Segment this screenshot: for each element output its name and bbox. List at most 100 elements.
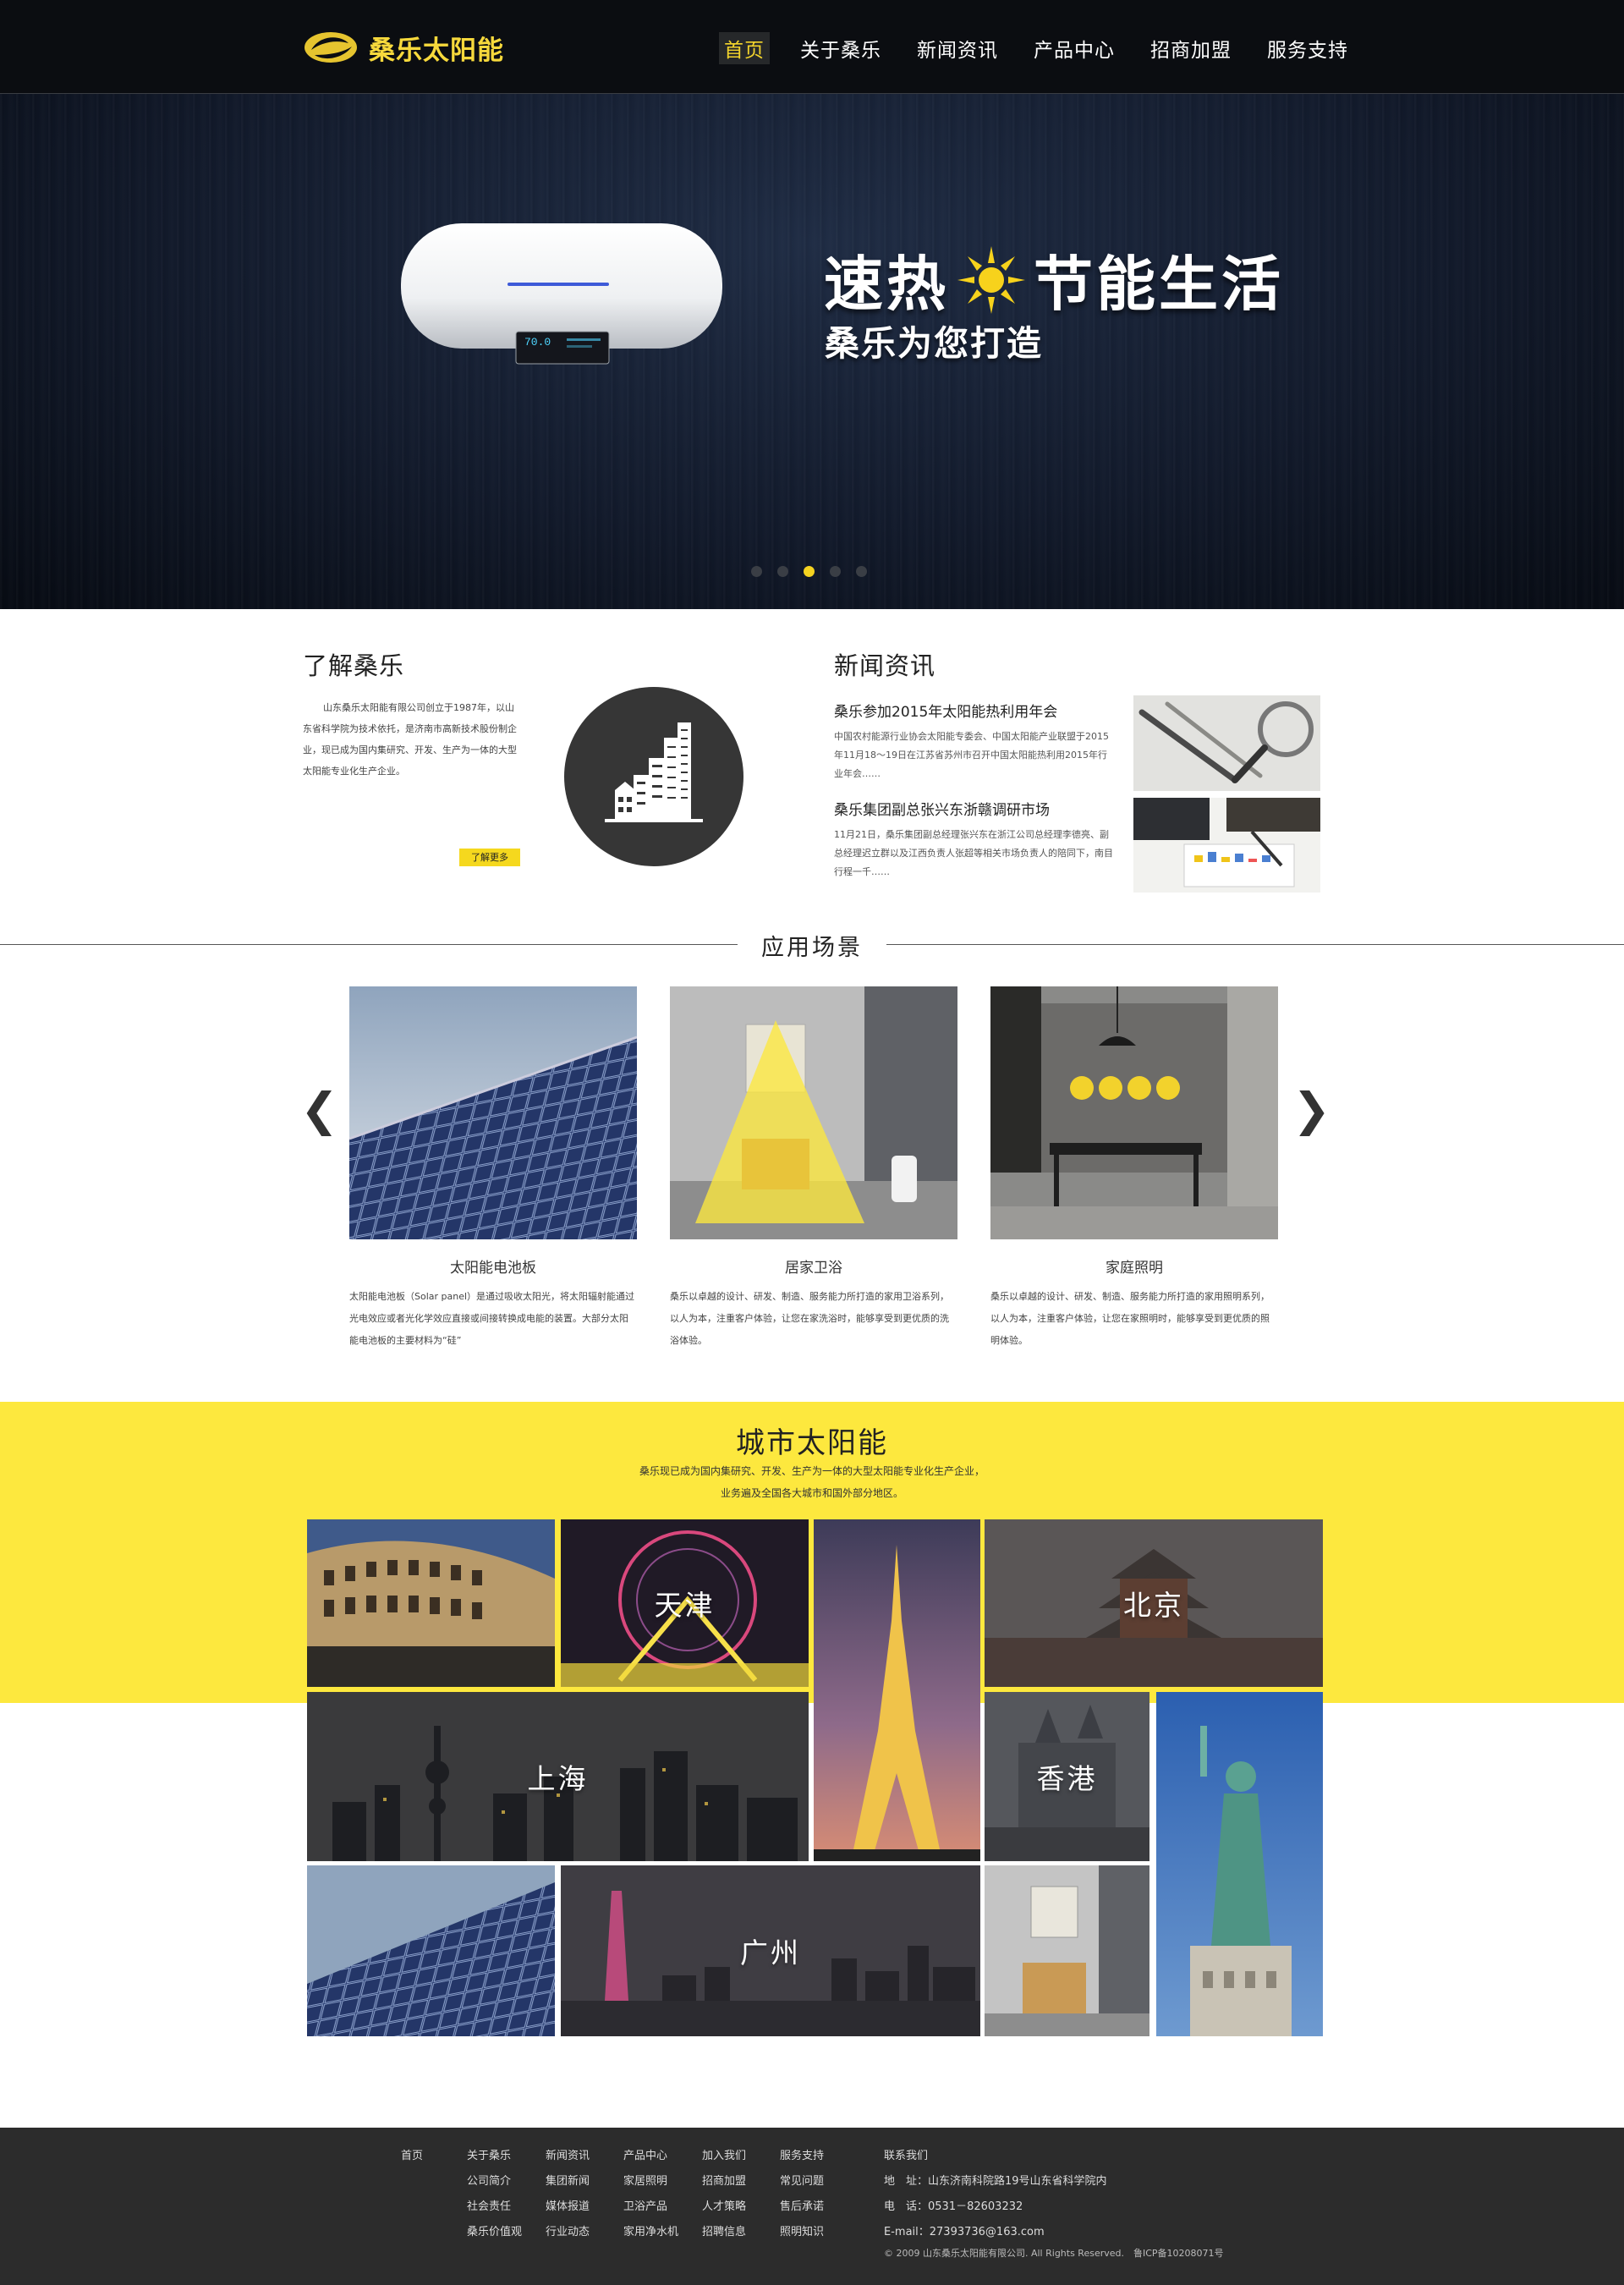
city-desc: 桑乐现已成为国内集研究、开发、生产为一体的大型太阳能专业化生产企业， 业务遍及全… xyxy=(0,1460,1624,1504)
nav-item-franchise[interactable]: 招商加盟 xyxy=(1145,32,1237,64)
news-image-pens[interactable] xyxy=(1133,695,1320,791)
scene-name: 太阳能电池板 xyxy=(450,1260,536,1277)
footer-link[interactable]: 家居照明 xyxy=(623,2169,678,2194)
footer-link[interactable]: 照明知识 xyxy=(780,2220,824,2245)
nav-item-news[interactable]: 新闻资讯 xyxy=(912,32,1003,64)
scene-image-bathroom[interactable] xyxy=(670,986,957,1239)
slider-dot[interactable] xyxy=(777,566,788,577)
nav-item-about[interactable]: 关于桑乐 xyxy=(795,32,886,64)
scene-desc: 太阳能电池板（Solar panel）是通过吸收太阳光，将太阳辐射能通过光电效应… xyxy=(349,1291,635,1346)
water-heater-image: 70.0 xyxy=(401,223,722,365)
nav-item-products[interactable]: 产品中心 xyxy=(1029,32,1120,64)
scene-name: 家庭照明 xyxy=(1106,1260,1163,1277)
slider-dot-active[interactable] xyxy=(804,566,815,577)
footer-link[interactable]: 媒体报道 xyxy=(546,2194,590,2220)
scene-desc: 桑乐以卓越的设计、研发、制造、服务能力所打造的家用卫浴系列，以人为本，注重客户体… xyxy=(670,1291,949,1346)
city-tile-statue-of-liberty[interactable] xyxy=(1156,1692,1323,2036)
hero-subtitle: 桑乐为您打造 xyxy=(825,323,1043,364)
slider-dot[interactable] xyxy=(830,566,841,577)
scene-image-home-lighting[interactable] xyxy=(990,986,1278,1239)
footer-link[interactable]: 社会责任 xyxy=(467,2194,522,2220)
carousel-next-arrow[interactable]: ❯ xyxy=(1292,1087,1330,1133)
footer-link[interactable]: 公司简介 xyxy=(467,2169,522,2194)
sun-icon xyxy=(957,245,1025,314)
page: 70.0 速热 节能生活 桑乐为您打造 桑乐太阳能 首页 关于桑乐 新闻资讯 产… xyxy=(0,0,1624,2285)
contact-email: E-mail：27393736@163.com xyxy=(884,2226,1045,2238)
heater-display: 70.0 xyxy=(524,336,551,349)
news-item-body: 11月21日，桑乐集团副总经理张兴东在浙江公司总经理李德亮、副总经理迟立群以及江… xyxy=(834,829,1113,877)
slider-dot[interactable] xyxy=(751,566,762,577)
city-tile-shanghai[interactable]: 上海 xyxy=(307,1692,809,1861)
city-tile-eiffel[interactable] xyxy=(814,1519,980,1861)
footer-link[interactable]: 人才策略 xyxy=(702,2194,746,2220)
news-image-meeting[interactable] xyxy=(1133,798,1320,893)
footer-link[interactable]: 加入我们 xyxy=(702,2144,746,2169)
nav-item-home[interactable]: 首页 xyxy=(719,32,770,64)
colosseum-image xyxy=(307,1519,555,1687)
copyright: © 2009 山东桑乐太阳能有限公司. All Rights Reserved.… xyxy=(884,2248,1224,2259)
city-label-guangzhou: 广州 xyxy=(740,1936,801,1969)
nav-item-service[interactable]: 服务支持 xyxy=(1262,32,1353,64)
city-desc-line: 业务遍及全国各大城市和国外部分地区。 xyxy=(720,1487,903,1499)
footer-link[interactable]: 招商加盟 xyxy=(702,2169,746,2194)
statue-of-liberty-image xyxy=(1156,1692,1323,2036)
about-circle xyxy=(564,687,743,866)
bathroom-image xyxy=(985,1865,1149,2036)
footer-column: 产品中心 家居照明 卫浴产品 家用净水机 xyxy=(623,2144,678,2245)
about-text: 山东桑乐太阳能有限公司创立于1987年，以山东省科学院为技术依托，是济南市高新技… xyxy=(303,702,517,777)
hero-title-right: 节能生活 xyxy=(1034,250,1284,319)
city-tile-bathroom[interactable] xyxy=(985,1865,1149,2036)
footer-link[interactable]: 新闻资讯 xyxy=(546,2144,590,2169)
news-item-body: 中国农村能源行业协会太阳能专委会、中国太阳能产业联盟于2015年11月18～19… xyxy=(834,731,1109,779)
news-item-title[interactable]: 桑乐集团副总张兴东浙赣调研市场 xyxy=(834,798,1113,819)
footer-link[interactable]: 关于桑乐 xyxy=(467,2144,522,2169)
footer-link[interactable]: 卫浴产品 xyxy=(623,2194,678,2220)
hero-title-left: 速热 xyxy=(824,250,949,319)
buildings-icon xyxy=(605,722,703,822)
footer-link[interactable]: 家用净水机 xyxy=(623,2220,678,2245)
footer-link[interactable]: 首页 xyxy=(401,2144,423,2169)
footer-column: 首页 xyxy=(401,2144,423,2169)
footer-link[interactable]: 常见问题 xyxy=(780,2169,824,2194)
scene-image-solar-panel[interactable] xyxy=(349,986,637,1239)
logo[interactable]: 桑乐太阳能 xyxy=(303,29,504,66)
footer-link[interactable]: 售后承诺 xyxy=(780,2194,824,2220)
contact-phone: 电 话：0531－82603232 xyxy=(884,2200,1023,2213)
news-title: 新闻资讯 xyxy=(834,651,936,680)
footer-link[interactable]: 产品中心 xyxy=(623,2144,678,2169)
contact-address: 地 址：山东济南科院路19号山东省科学院内 xyxy=(884,2175,1107,2188)
city-tile-beijing[interactable]: 北京 xyxy=(985,1519,1323,1687)
section-divider-left xyxy=(0,944,738,945)
slider-dot[interactable] xyxy=(856,566,867,577)
brand-name: 桑乐太阳能 xyxy=(369,35,504,66)
footer-link[interactable]: 服务支持 xyxy=(780,2144,824,2169)
header: 桑乐太阳能 首页 关于桑乐 新闻资讯 产品中心 招商加盟 服务支持 xyxy=(0,0,1624,94)
news-item[interactable]: 桑乐集团副总张兴东浙赣调研市场 11月21日，桑乐集团副总经理张兴东在浙江公司总… xyxy=(834,798,1113,882)
city-tile-hongkong[interactable]: 香港 xyxy=(985,1692,1149,1861)
city-tile-guangzhou[interactable]: 广州 xyxy=(561,1865,980,2036)
learn-more-button[interactable]: 了解更多 xyxy=(459,849,520,866)
footer-link[interactable]: 招聘信息 xyxy=(702,2220,746,2245)
about-title: 了解桑乐 xyxy=(303,651,405,680)
news-item[interactable]: 桑乐参加2015年太阳能热利用年会 中国农村能源行业协会太阳能专委会、中国太阳能… xyxy=(834,700,1113,783)
city-label-beijing: 北京 xyxy=(1123,1589,1184,1622)
hero-title: 速热 节能生活 xyxy=(824,237,1284,322)
city-label-shanghai: 上海 xyxy=(527,1762,589,1795)
city-tile-solar[interactable] xyxy=(307,1865,555,2036)
scene-name: 居家卫浴 xyxy=(785,1260,842,1277)
footer-column: 加入我们 招商加盟 人才策略 招聘信息 xyxy=(702,2144,746,2245)
eiffel-tower-image xyxy=(814,1519,980,1861)
slider-dots xyxy=(751,566,882,577)
footer-link[interactable]: 桑乐价值观 xyxy=(467,2220,522,2245)
news-item-title[interactable]: 桑乐参加2015年太阳能热利用年会 xyxy=(834,700,1113,721)
city-label-hongkong: 香港 xyxy=(1036,1762,1098,1795)
scenes-title: 应用场景 xyxy=(761,935,863,961)
footer-column: 服务支持 常见问题 售后承诺 照明知识 xyxy=(780,2144,824,2245)
section-divider-right xyxy=(886,944,1624,945)
carousel-prev-arrow[interactable]: ❮ xyxy=(300,1087,338,1133)
footer-link[interactable]: 行业动态 xyxy=(546,2220,590,2245)
city-tile-colosseum[interactable] xyxy=(307,1519,555,1687)
footer-link[interactable]: 集团新闻 xyxy=(546,2169,590,2194)
city-tile-tianjin[interactable]: 天津 xyxy=(561,1519,809,1687)
scene-desc: 桑乐以卓越的设计、研发、制造、服务能力所打造的家用照明系列，以人为本，注重客户体… xyxy=(990,1291,1270,1346)
